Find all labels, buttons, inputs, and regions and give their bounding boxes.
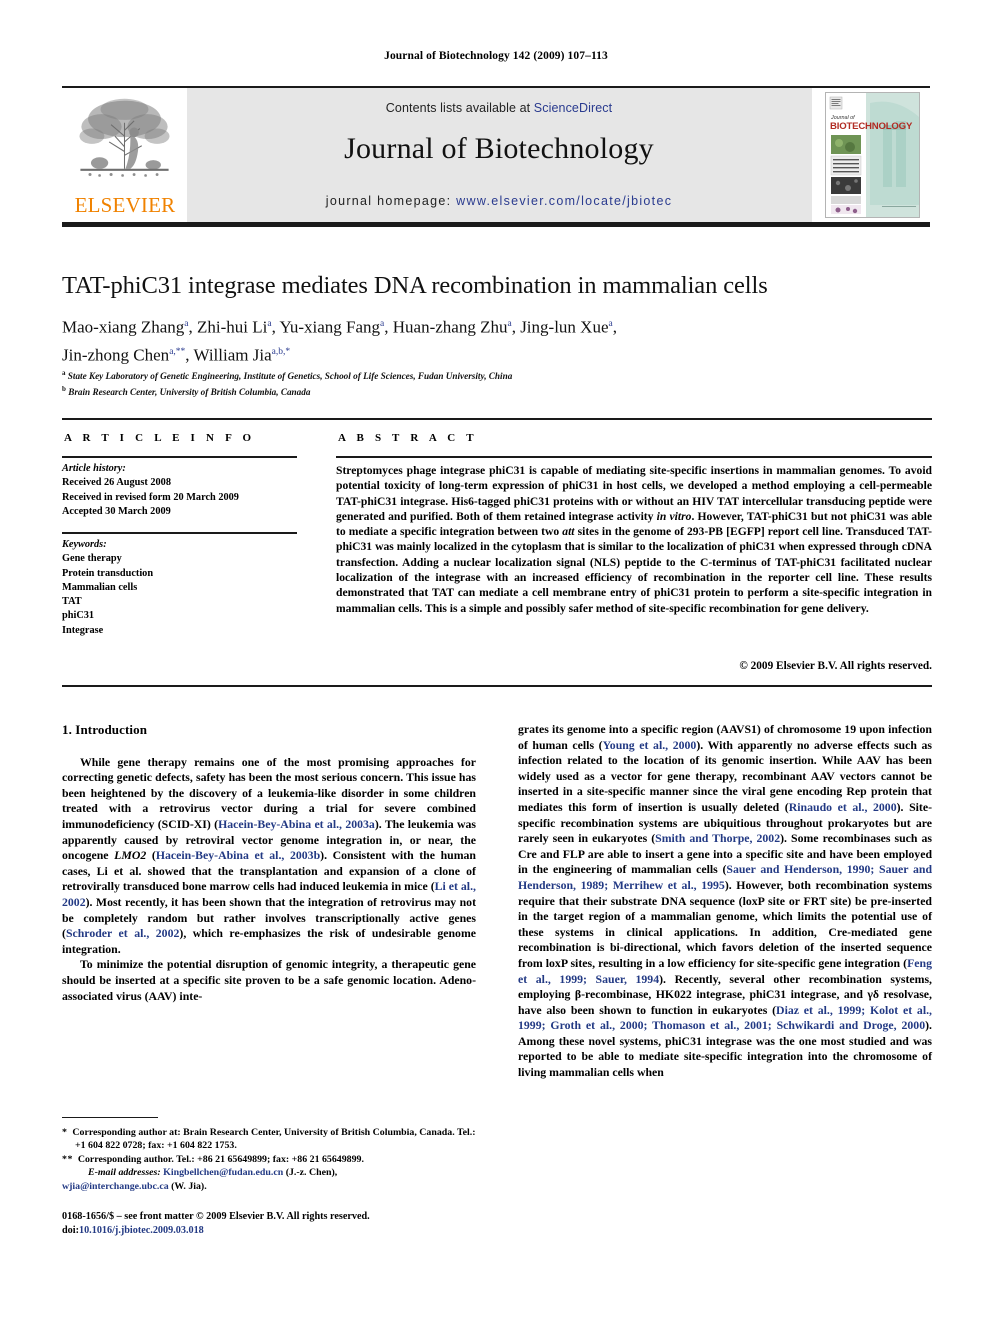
footnote-text: Corresponding author at: Brain Research … bbox=[72, 1127, 476, 1152]
history-item: Received in revised form 20 March 2009 bbox=[62, 491, 239, 503]
abstract-italic-in-vitro: in vitro bbox=[656, 509, 692, 523]
affil-marker: a bbox=[267, 319, 272, 329]
citation-link[interactable]: Young et al., 2000 bbox=[603, 738, 697, 752]
elsevier-wordmark: ELSEVIER bbox=[74, 193, 176, 217]
keyword-item: Protein transduction bbox=[62, 567, 154, 579]
keywords-list: Keywords: Gene therapy Protein transduct… bbox=[62, 538, 302, 638]
citation-link[interactable]: Schroder et al., 2002 bbox=[66, 926, 179, 940]
keyword-item: Mammalian cells bbox=[62, 581, 138, 593]
keyword-item: TAT bbox=[62, 596, 82, 608]
footnote-corresponding-author-2: ** Corresponding author. Tel.: +86 21 65… bbox=[62, 1153, 482, 1166]
contents-prefix: Contents lists available at bbox=[385, 101, 534, 115]
affiliations: a State Key Laboratory of Genetic Engine… bbox=[62, 367, 862, 399]
author-line-2: Jin-zhong Chena,**, William Jiaa,b,* bbox=[62, 345, 291, 365]
journal-homepage-line: journal homepage: www.elsevier.com/locat… bbox=[187, 194, 811, 208]
abstract-text: Streptomyces phage integrase phiC31 is c… bbox=[336, 463, 932, 616]
intro-paragraph-2: To minimize the potential disruption of … bbox=[62, 957, 476, 1003]
journal-homepage-link[interactable]: www.elsevier.com/locate/jbiotec bbox=[456, 194, 672, 208]
keyword-item: Integrase bbox=[62, 624, 104, 636]
affil-label-a: a bbox=[62, 369, 66, 377]
abstract-heading: A B S T R A C T bbox=[338, 432, 478, 444]
keyword-item: phiC31 bbox=[62, 610, 95, 622]
section-heading-introduction: 1. Introduction bbox=[62, 722, 148, 737]
journal-title: Journal of Biotechnology bbox=[344, 132, 654, 165]
intro-paragraph-continued: grates its genome into a specific region… bbox=[518, 722, 932, 1081]
affil-label-b: b bbox=[62, 385, 66, 394]
article-info-heading: A R T I C L E I N F O bbox=[64, 432, 256, 444]
keywords-rule bbox=[62, 532, 297, 534]
footnote-text: Corresponding author. Tel.: +86 21 65649… bbox=[77, 1153, 364, 1165]
copyright-notice: © 2009 Elsevier B.V. All rights reserved… bbox=[739, 660, 932, 672]
citation-link[interactable]: Rinaudo et al., 2000 bbox=[789, 800, 897, 814]
footnote-separator-rule bbox=[62, 1117, 158, 1119]
elsevier-tree-icon bbox=[79, 98, 170, 177]
abstract-part-3: sites in the genome of 293-PB [EGFP] rep… bbox=[336, 525, 932, 615]
article-info-rule bbox=[62, 456, 297, 458]
keyword-item: Gene therapy bbox=[62, 553, 122, 565]
abstract-rule bbox=[336, 456, 932, 458]
email-owner-2: (W. Jia). bbox=[168, 1180, 207, 1192]
history-item: Accepted 30 March 2009 bbox=[62, 505, 171, 517]
affiliation-b: b Brain Research Center, University of B… bbox=[62, 383, 862, 399]
footnote-marker: * bbox=[62, 1127, 68, 1138]
citation-link[interactable]: Smith and Thorpe, 2002 bbox=[655, 831, 780, 845]
keywords-label: Keywords: bbox=[62, 539, 107, 550]
elsevier-logo: ELSEVIER bbox=[62, 88, 187, 222]
article-history-label: Article history: bbox=[62, 463, 126, 474]
journal-masthead: ELSEVIER Contents lists available at Sci… bbox=[62, 86, 930, 227]
history-item: Received 26 August 2008 bbox=[62, 477, 171, 489]
journal-cover-thumbnail: Journal of BIOTECHNOLOGY bbox=[825, 92, 920, 218]
svg-text:BIOTECHNOLOGY: BIOTECHNOLOGY bbox=[830, 121, 913, 132]
affil-marker: a bbox=[507, 319, 512, 329]
article-history: Article history: Received 26 August 2008… bbox=[62, 462, 302, 519]
footnotes: * Corresponding author at: Brain Researc… bbox=[62, 1126, 482, 1193]
affiliation-b-text: Brain Research Center, University of Bri… bbox=[68, 387, 311, 398]
footnote-emails-2: wjia@interchange.ubc.ca (W. Jia). bbox=[62, 1180, 482, 1193]
intro-paragraph-1: While gene therapy remains one of the mo… bbox=[62, 755, 476, 958]
journal-article-page: Journal of Biotechnology 142 (2009) 107–… bbox=[0, 0, 992, 1323]
info-block-bottom-rule bbox=[62, 685, 932, 687]
sciencedirect-link[interactable]: ScienceDirect bbox=[534, 101, 612, 115]
homepage-prefix: journal homepage: bbox=[325, 194, 457, 208]
abstract-italic-att: att bbox=[562, 525, 575, 539]
footnote-corresponding-author-1: * Corresponding author at: Brain Researc… bbox=[62, 1126, 482, 1153]
affiliation-a: a State Key Laboratory of Genetic Engine… bbox=[62, 367, 862, 383]
footnote-marker: ** bbox=[62, 1153, 73, 1165]
running-head: Journal of Biotechnology 142 (2009) 107–… bbox=[384, 50, 608, 62]
contents-available-line: Contents lists available at ScienceDirec… bbox=[187, 101, 811, 115]
doi-link[interactable]: 10.1016/j.jbiotec.2009.03.018 bbox=[79, 1225, 204, 1236]
author-list: Mao-xiang Zhanga, Zhi-hui Lia, Yu-xiang … bbox=[62, 312, 762, 367]
citation-link[interactable]: Hacein-Bey-Abina et al., 2003b bbox=[156, 848, 320, 862]
affil-marker: a bbox=[184, 319, 189, 329]
footnote-emails: E-mail addresses: Kingbellchen@fudan.edu… bbox=[62, 1166, 482, 1179]
email-link-1[interactable]: Kingbellchen@fudan.edu.cn bbox=[163, 1167, 283, 1178]
body-column-right: grates its genome into a specific region… bbox=[518, 722, 932, 1081]
affil-marker: a,b,* bbox=[271, 346, 291, 357]
article-title: TAT-phiC31 integrase mediates DNA recomb… bbox=[62, 272, 768, 299]
affil-marker: a bbox=[380, 319, 385, 329]
journal-banner: Contents lists available at ScienceDirec… bbox=[187, 88, 811, 222]
email-owner-1: (J.-z. Chen), bbox=[283, 1167, 338, 1179]
doi-line: doi:10.1016/j.jbiotec.2009.03.018 bbox=[62, 1224, 492, 1238]
affiliation-a-text: State Key Laboratory of Genetic Engineer… bbox=[67, 371, 513, 382]
citation-link[interactable]: Hacein-Bey-Abina et al., 2003a bbox=[218, 817, 375, 831]
journal-cover-block: Journal of BIOTECHNOLOGY bbox=[811, 88, 930, 222]
imprint-block: 0168-1656/$ – see front matter © 2009 El… bbox=[62, 1210, 492, 1237]
gene-name-lmo2: LMO2 bbox=[114, 848, 147, 863]
affil-marker: a,** bbox=[169, 346, 186, 357]
email-link-2[interactable]: wjia@interchange.ubc.ca bbox=[62, 1181, 169, 1192]
cover-artwork-icon: Journal of BIOTECHNOLOGY bbox=[826, 93, 919, 217]
intro-p1-c: ( bbox=[146, 848, 156, 863]
body-column-left: 1. Introduction While gene therapy remai… bbox=[62, 722, 476, 1004]
info-block-top-rule bbox=[62, 418, 932, 420]
issn-front-matter: 0168-1656/$ – see front matter © 2009 El… bbox=[62, 1211, 370, 1222]
email-label: E-mail addresses: bbox=[88, 1167, 161, 1179]
doi-label: doi: bbox=[62, 1224, 79, 1236]
affil-marker: a bbox=[608, 319, 613, 329]
author-line-1: Mao-xiang Zhanga, Zhi-hui Lia, Yu-xiang … bbox=[62, 317, 617, 337]
